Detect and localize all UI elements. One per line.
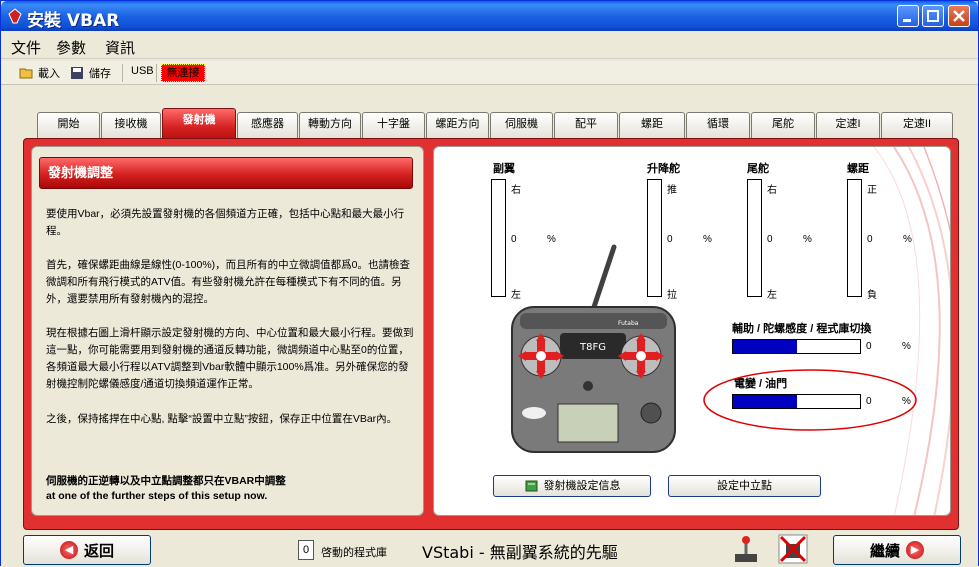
tab-swashplate[interactable]: 十字盤 — [362, 112, 425, 138]
transmitter-model-label: T8FG — [579, 342, 606, 353]
bank-number-box: 0 — [298, 540, 314, 560]
servo-note-english: at one of the further steps of this setu… — [46, 490, 268, 502]
close-button[interactable] — [948, 5, 970, 27]
instruction-paragraph: 要使用Vbar，必須先設置發射機的各個頻道方正確，包括中心點和最大最小行程。 — [46, 208, 405, 237]
joystick-icon[interactable] — [731, 534, 761, 564]
elevator-top-mark: 推 — [667, 185, 677, 196]
title-bar[interactable]: 安裝 VBAR — [1, 1, 978, 31]
servo-note: 伺服機的正逆轉以及中立點調整都只在VBAR中調整 — [46, 475, 286, 487]
usb-label: USB — [131, 65, 154, 77]
next-button[interactable]: 繼續 ▶ — [833, 535, 961, 565]
gyro-gain-bar — [732, 339, 861, 354]
menu-file[interactable]: 文件 — [11, 37, 41, 58]
pitch-mid-value: 0 — [867, 234, 873, 245]
tab-strip: 開始 接收機 發射機 感應器 轉動方向 十字盤 螺距方向 伺服機 配平 螺距 循… — [37, 108, 959, 140]
transmitter-icon: T8FG Futaba — [511, 244, 676, 453]
tab-pitch-direction[interactable]: 螺距方向 — [426, 112, 489, 138]
channel-label-elevator: 升降舵 — [647, 163, 680, 175]
rudder-level-bar — [747, 179, 762, 297]
save-button[interactable]: 儲存 — [70, 65, 111, 81]
rudder-top-mark: 右 — [767, 185, 777, 196]
highlight-ellipse-icon — [703, 369, 917, 431]
gyro-gain-fill — [733, 340, 797, 353]
next-label: 繼續 — [869, 542, 900, 560]
gyro-gain-label: 輔助 / 陀螺感度 / 程式庫切換 — [732, 323, 872, 335]
rudder-unit: % — [803, 234, 812, 245]
transmitter-info-button[interactable]: 發射機設定信息 — [493, 475, 651, 497]
tab-tail[interactable]: 尾舵 — [751, 112, 815, 138]
transmitter-brand-label: Futaba — [618, 320, 639, 327]
menu-parameters[interactable]: 參數 — [56, 37, 86, 58]
load-label: 載入 — [38, 68, 60, 80]
pitch-unit: % — [903, 234, 912, 245]
instruction-paragraph: 之後，保持搖捍在中心點, 點擊“設置中立點”按鈕，保存正中位置在VBar內。 — [46, 413, 398, 425]
transmitter-info-label: 發射機設定信息 — [543, 480, 621, 492]
tab-rotation-direction[interactable]: 轉動方向 — [299, 112, 361, 138]
minimize-button[interactable] — [897, 5, 919, 27]
app-logo-icon — [8, 8, 22, 24]
instruction-paragraph: 首先，確保螺距曲線是線性(0-100%)，而且所有的中立微調值都爲0。也請檢查微… — [46, 259, 411, 305]
load-button[interactable]: 載入 — [19, 65, 60, 81]
tab-governor-2[interactable]: 定速II — [881, 112, 953, 138]
bank-label: 啓動的程式庫 — [321, 547, 387, 559]
close-icon — [953, 10, 965, 22]
tab-servo[interactable]: 伺服機 — [490, 112, 553, 138]
maximize-button[interactable] — [922, 5, 944, 27]
section-heading: 發射機調整 — [39, 157, 413, 189]
tab-start[interactable]: 開始 — [37, 112, 100, 138]
book-icon — [525, 480, 537, 492]
window-title: 安裝 VBAR — [27, 11, 120, 31]
arrow-left-icon: ◀ — [59, 541, 78, 559]
toolbar-separator — [122, 64, 123, 82]
tab-cyclic[interactable]: 循環 — [686, 112, 750, 138]
tab-trim[interactable]: 配平 — [554, 112, 618, 138]
save-label: 儲存 — [89, 68, 111, 80]
tab-transmitter[interactable]: 發射機 — [162, 108, 236, 140]
tab-governor-1[interactable]: 定速I — [816, 112, 880, 138]
gyro-gain-unit: % — [902, 341, 911, 352]
rudder-mid-value: 0 — [767, 234, 773, 245]
main-window: 安裝 VBAR 文件 參數 資訊 載入 儲存 USB 無連接 開始 接收機 發射… — [0, 0, 979, 567]
folder-open-icon — [19, 68, 33, 79]
aileron-level-bar — [491, 179, 506, 297]
menu-bar: 文件 參數 資訊 — [1, 33, 978, 59]
aileron-top-mark: 右 — [511, 185, 521, 196]
pitch-level-bar — [847, 179, 862, 297]
tab-pitch[interactable]: 螺距 — [619, 112, 685, 138]
minimize-icon — [903, 19, 911, 22]
menu-info[interactable]: 資訊 — [105, 37, 135, 58]
usb-status-badge: 無連接 — [161, 64, 205, 82]
pitch-bottom-mark: 負 — [867, 290, 877, 301]
floppy-disk-icon — [71, 67, 83, 79]
gyro-gain-value: 0 — [866, 341, 872, 352]
toolbar: 載入 儲存 USB — [1, 61, 978, 85]
channel-label-rudder: 尾舵 — [747, 163, 769, 175]
rudder-bottom-mark: 左 — [767, 290, 777, 301]
disabled-device-icon[interactable] — [778, 534, 808, 564]
arrow-right-icon: ▶ — [906, 541, 924, 559]
toolbar-separator — [156, 64, 157, 82]
channel-label-aileron: 副翼 — [493, 163, 515, 175]
slogan-text: VStabi - 無副翼系統的先驅 — [422, 543, 618, 562]
set-center-button[interactable]: 設定中立點 — [668, 475, 821, 497]
tab-receiver[interactable]: 接收機 — [101, 112, 161, 138]
maximize-icon — [927, 10, 939, 22]
instruction-paragraph: 現在根據右圖上滑杆顯示設定發射機的方向、中心位置和最大最小行程。要做到這一點，你… — [46, 327, 414, 390]
back-label: 返回 — [83, 542, 114, 560]
back-button[interactable]: ◀ 返回 — [23, 535, 151, 565]
pitch-top-mark: 正 — [867, 185, 877, 196]
channel-label-pitch: 螺距 — [847, 163, 869, 175]
tab-sensor[interactable]: 感應器 — [237, 112, 298, 138]
elevator-unit: % — [703, 234, 712, 245]
